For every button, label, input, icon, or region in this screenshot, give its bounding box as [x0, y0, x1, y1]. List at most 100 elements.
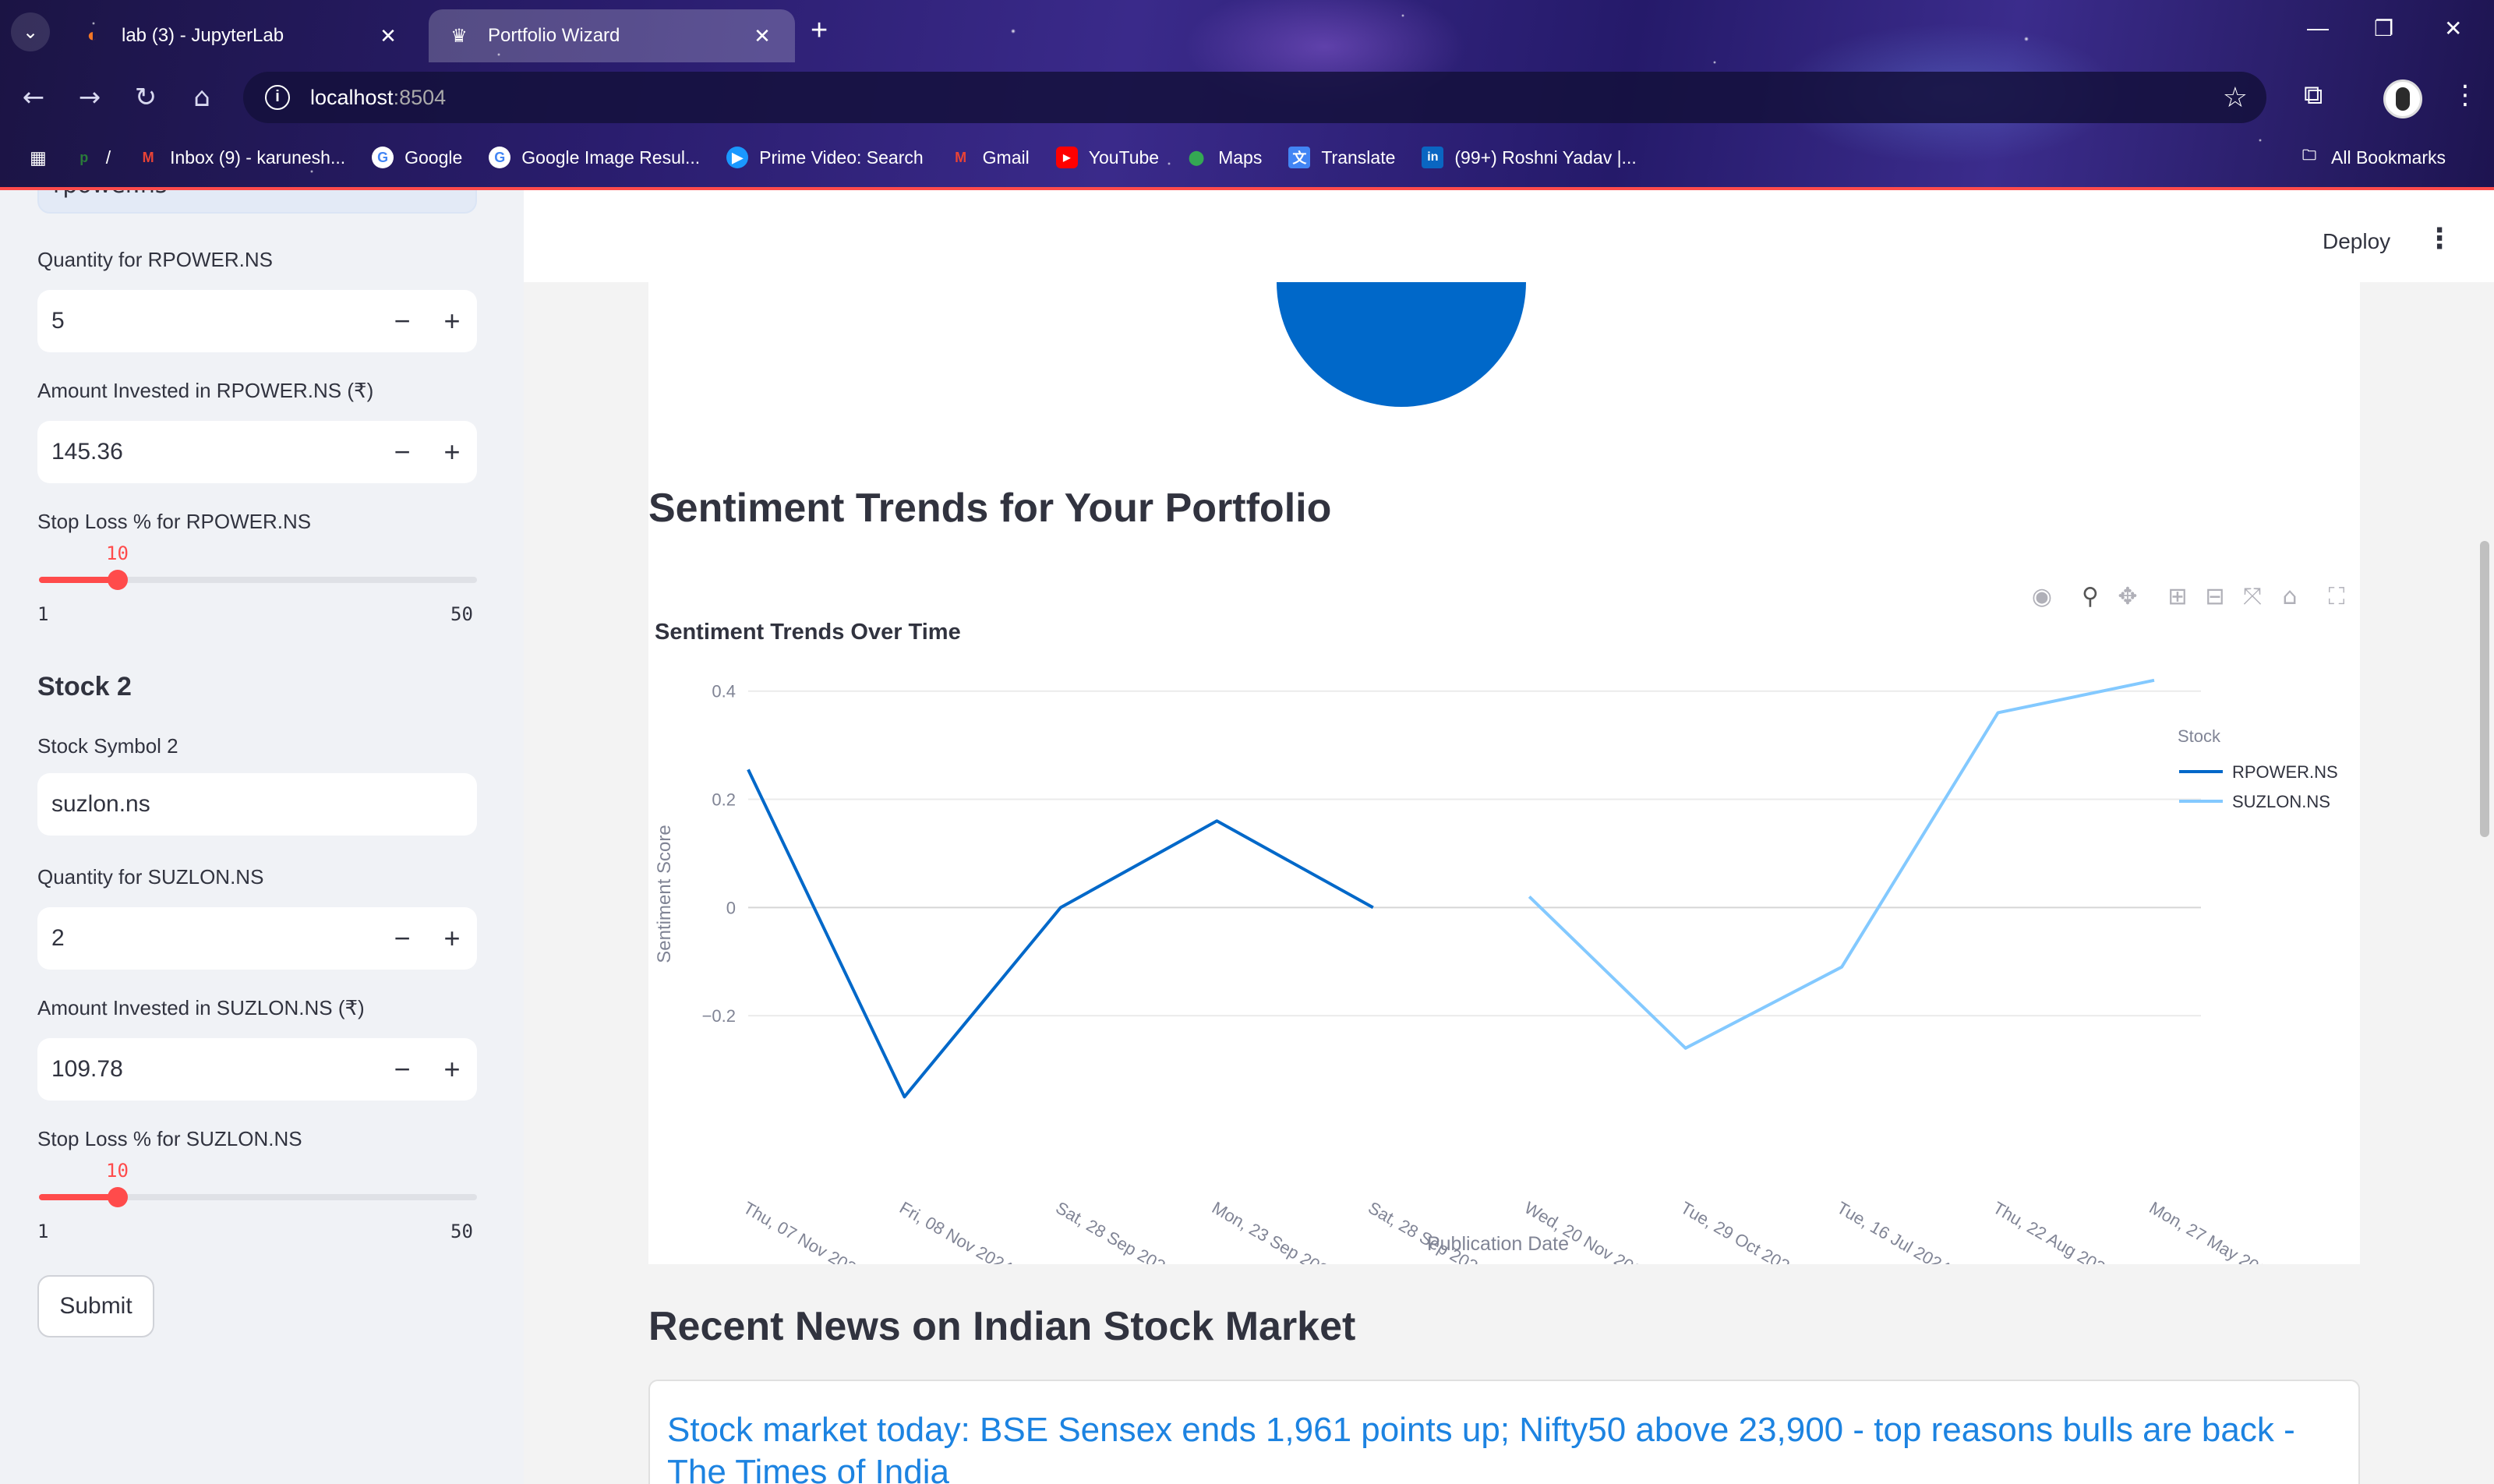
stoploss-slider-suzlon[interactable]	[39, 1187, 477, 1207]
new-tab-button[interactable]: +	[811, 14, 828, 48]
decrement-button[interactable]: −	[377, 436, 427, 468]
linkedin-icon: in	[1422, 147, 1444, 168]
y-axis-label: Sentiment Score	[654, 825, 675, 963]
bookmark-item[interactable]: p /	[73, 147, 111, 168]
apps-grid-icon[interactable]: ▦	[30, 147, 47, 168]
tab-jupyterlab[interactable]: ◐ lab (3) - JupyterLab ✕	[62, 9, 421, 62]
page-scrollbar[interactable]	[2480, 541, 2489, 837]
slider-thumb[interactable]	[108, 1187, 128, 1207]
bookmark-label: Maps	[1218, 147, 1263, 168]
reload-icon[interactable]: ↻	[126, 78, 165, 117]
tab-bar: ⌄ ◐ lab (3) - JupyterLab ✕ ♛ Portfolio W…	[0, 0, 2494, 62]
tab-title: lab (3) - JupyterLab	[122, 25, 284, 46]
increment-button[interactable]: +	[427, 305, 477, 337]
increment-button[interactable]: +	[427, 436, 477, 468]
decrement-button[interactable]: −	[377, 922, 427, 955]
stock-2-heading: Stock 2	[37, 672, 132, 701]
zoom-out-icon[interactable]: ⊟	[2199, 581, 2231, 613]
tab-title: Portfolio Wizard	[488, 25, 620, 46]
slider-fill	[39, 1194, 117, 1200]
address-bar[interactable]: i localhost:8504 ☆	[243, 72, 2266, 123]
chart-title: Sentiment Trends Over Time	[655, 620, 961, 645]
window-close-icon[interactable]: ✕	[2444, 16, 2462, 41]
amount-input-suzlon[interactable]: 109.78 − +	[37, 1038, 477, 1101]
slider-max-label: 50	[450, 1221, 473, 1242]
google-icon: G	[372, 147, 394, 168]
close-tab-icon[interactable]: ✕	[374, 24, 402, 48]
zoom-icon[interactable]: ⚲	[2075, 581, 2106, 613]
increment-button[interactable]: +	[427, 922, 477, 955]
fullscreen-icon[interactable]: ⛶	[2321, 581, 2352, 613]
browser-menu-icon[interactable]: ⋮	[2452, 80, 2478, 111]
sidebar: rpower.ns Quantity for RPOWER.NS 5 − + A…	[0, 190, 524, 1484]
stock-symbol-1-input[interactable]: rpower.ns	[37, 190, 477, 214]
slider-current-value: 10	[106, 542, 129, 564]
x-axis-label: Publication Date	[1427, 1233, 1569, 1255]
gmail-icon: M	[142, 149, 154, 165]
bookmark-label: Google	[404, 147, 463, 168]
all-bookmarks-button[interactable]: 🗀 All Bookmarks	[2298, 147, 2446, 168]
reset-axes-icon[interactable]: ⌂	[2274, 581, 2305, 613]
bookmark-label: /	[105, 147, 111, 168]
legend-item: SUZLON.NS	[2232, 792, 2330, 811]
restore-icon[interactable]: ❐	[2374, 16, 2393, 41]
forward-icon[interactable]: →	[70, 78, 109, 117]
quantity-value: 2	[51, 925, 65, 951]
series-line-rpower-ns	[747, 768, 1374, 1099]
bookmark-item[interactable]: in (99+) Roshni Yadav |...	[1422, 147, 1637, 168]
extensions-icon[interactable]: ⧉	[2304, 80, 2323, 111]
autoscale-icon[interactable]: ⤧	[2237, 581, 2268, 613]
submit-button[interactable]: Submit	[37, 1275, 154, 1337]
minimize-icon[interactable]: —	[2307, 16, 2329, 41]
bookmark-label: YouTube	[1088, 147, 1160, 168]
bookmark-item[interactable]: ⬤ Maps	[1185, 147, 1262, 168]
y-tick-label: 0	[726, 898, 736, 917]
profile-avatar[interactable]	[2383, 80, 2422, 118]
site-info-icon[interactable]: i	[265, 85, 290, 110]
decrement-button[interactable]: −	[377, 305, 427, 337]
amount-value: 109.78	[51, 1056, 123, 1082]
quantity-input-suzlon[interactable]: 2 − +	[37, 907, 477, 970]
slider-thumb[interactable]	[108, 570, 128, 590]
amount-value: 145.36	[51, 439, 123, 465]
translate-icon: 文	[1288, 147, 1311, 168]
increment-button[interactable]: +	[427, 1053, 477, 1086]
slider-fill	[39, 577, 117, 583]
deploy-button[interactable]: Deploy	[2323, 229, 2390, 254]
quantity-label-rpower: Quantity for RPOWER.NS	[37, 248, 273, 271]
stoploss-slider-rpower[interactable]	[39, 570, 477, 590]
slider-min-label: 1	[37, 603, 49, 625]
back-icon[interactable]: ←	[14, 78, 53, 117]
amount-input-rpower[interactable]: 145.36 − +	[37, 421, 477, 483]
streamlit-crown-icon: ♛	[450, 25, 468, 47]
browser-chrome: ⌄ ◐ lab (3) - JupyterLab ✕ ♛ Portfolio W…	[0, 0, 2494, 190]
decrement-button[interactable]: −	[377, 1053, 427, 1086]
bookmark-label: Prime Video: Search	[759, 147, 924, 168]
news-headline-link[interactable]: Stock market today: BSE Sensex ends 1,96…	[667, 1409, 2358, 1484]
close-tab-icon[interactable]: ✕	[748, 24, 776, 48]
maps-icon: ⬤	[1189, 149, 1205, 165]
zoom-in-icon[interactable]: ⊞	[2162, 581, 2193, 613]
home-icon[interactable]: ⌂	[182, 78, 221, 117]
bookmark-item[interactable]: G Google	[372, 147, 462, 168]
y-tick-label: 0.2	[712, 790, 736, 810]
stock-symbol-2-input[interactable]: suzlon.ns	[37, 773, 477, 836]
bookmark-item[interactable]: 文 Translate	[1288, 147, 1395, 168]
url-host: localhost	[310, 85, 394, 109]
bookmark-item[interactable]: M Gmail	[950, 147, 1030, 168]
pan-icon[interactable]: ✥	[2112, 581, 2143, 613]
main-menu-icon[interactable]: ⋮	[2425, 223, 2453, 255]
gmail-icon: M	[955, 149, 967, 165]
bookmark-item[interactable]: ▶ YouTube	[1055, 147, 1160, 168]
bookmark-label: Inbox (9) - karunesh...	[170, 147, 346, 168]
tab-search-button[interactable]: ⌄	[11, 12, 50, 51]
bookmark-item[interactable]: G Google Image Resul...	[489, 147, 700, 168]
tab-portfolio-wizard[interactable]: ♛ Portfolio Wizard ✕	[429, 9, 795, 62]
bookmark-item[interactable]: M Inbox (9) - karunesh...	[137, 147, 346, 168]
amount-label-suzlon: Amount Invested in SUZLON.NS (₹)	[37, 996, 365, 1019]
bookmark-item[interactable]: ▶ Prime Video: Search	[726, 147, 924, 168]
quantity-input-rpower[interactable]: 5 − +	[37, 290, 477, 352]
bookmark-star-icon[interactable]: ☆	[2223, 81, 2248, 114]
bookmarks-bar: ▦ p / M Inbox (9) - karunesh... G Google…	[0, 132, 2494, 182]
camera-icon[interactable]: ◉	[2026, 581, 2058, 613]
